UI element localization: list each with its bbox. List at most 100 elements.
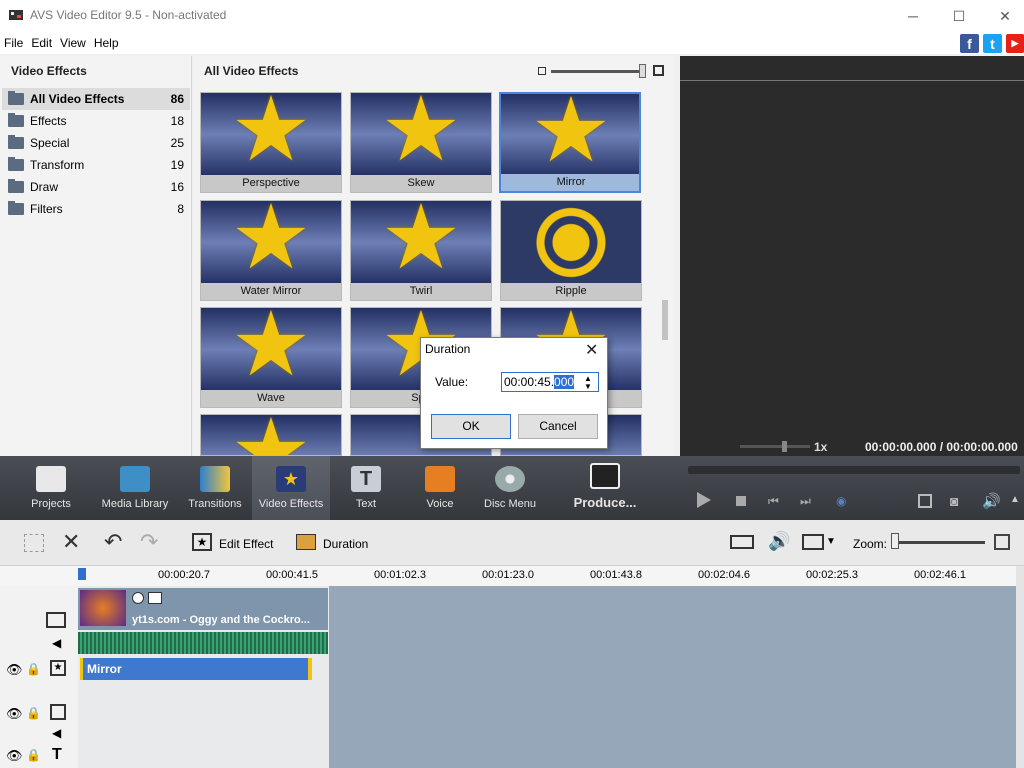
previous-frame-icon[interactable]: ⏮ xyxy=(768,494,779,509)
crop-icon[interactable] xyxy=(24,534,44,552)
maximize-button[interactable]: ☐ xyxy=(936,0,982,32)
category-draw[interactable]: Draw 16 xyxy=(2,176,190,198)
fit-to-window-icon[interactable] xyxy=(994,534,1010,550)
delete-icon[interactable]: ✕ xyxy=(62,530,80,554)
effect-clip-label: Mirror xyxy=(87,662,122,676)
category-special[interactable]: Special 25 xyxy=(2,132,190,154)
snapshot-icon[interactable]: ◙ xyxy=(950,493,958,509)
text-icon: T xyxy=(351,466,381,492)
edit-effect-button[interactable]: Edit Effect xyxy=(219,537,273,551)
effect-tile-wave[interactable]: ★ Wave xyxy=(200,307,342,408)
close-button[interactable]: ✕ xyxy=(982,0,1024,32)
scrollbar-thumb[interactable] xyxy=(662,300,668,340)
category-transform[interactable]: Transform 19 xyxy=(2,154,190,176)
produce-button[interactable]: Produce... xyxy=(570,456,640,520)
zoom-slider-handle[interactable] xyxy=(891,533,899,549)
zoom-label: Zoom: xyxy=(853,537,888,551)
spinner-up-icon[interactable]: ▲ xyxy=(584,375,592,383)
stop-icon[interactable] xyxy=(736,496,746,506)
category-effects[interactable]: Effects 18 xyxy=(2,110,190,132)
menu-view[interactable]: View xyxy=(60,36,86,50)
effect-clip-handle[interactable] xyxy=(308,658,312,680)
category-all-video-effects[interactable]: All Video Effects 86 xyxy=(2,88,190,110)
menu-file[interactable]: File xyxy=(4,36,23,50)
next-frame-icon[interactable]: ⏭ xyxy=(800,494,811,509)
lock-icon[interactable]: 🔒 xyxy=(26,662,41,676)
video-clip[interactable]: yt1s.com - Oggy and the Cockro... xyxy=(78,588,328,630)
display-mode-icon[interactable] xyxy=(802,534,824,550)
display-mode-dropdown-icon[interactable]: ▼ xyxy=(826,536,836,547)
star-icon: ★ xyxy=(230,200,312,288)
fullscreen-icon[interactable] xyxy=(918,494,932,508)
audio-waveform[interactable] xyxy=(78,632,328,654)
youtube-icon[interactable]: ▶ xyxy=(1006,34,1024,53)
menu-help[interactable]: Help xyxy=(94,36,119,50)
twitter-icon[interactable]: t xyxy=(983,34,1002,53)
redo-icon[interactable]: ↷ xyxy=(140,529,158,555)
zoom-slider[interactable] xyxy=(893,541,985,544)
duration-icon[interactable] xyxy=(296,534,316,550)
large-thumbnail-icon[interactable] xyxy=(653,65,664,76)
text-button[interactable]: T Text xyxy=(343,456,389,520)
audio-settings-icon[interactable]: 🔊 xyxy=(768,531,790,552)
visibility-eye-icon[interactable]: 👁 xyxy=(6,662,23,678)
menu-edit[interactable]: Edit xyxy=(31,36,52,50)
lock-icon[interactable]: 🔒 xyxy=(26,706,41,720)
effects-scrollbar[interactable] xyxy=(660,86,670,456)
voice-button[interactable]: Voice xyxy=(416,456,464,520)
loop-icon[interactable]: ◉ xyxy=(836,494,846,508)
volume-menu-icon[interactable]: ▲ xyxy=(1010,494,1020,505)
effect-tile-mirror[interactable]: ★ Mirror xyxy=(499,92,641,193)
transitions-button[interactable]: Transitions xyxy=(185,456,245,520)
lock-icon[interactable]: 🔒 xyxy=(26,748,41,762)
speed-slider[interactable] xyxy=(740,445,810,448)
edit-effect-icon[interactable]: ★ xyxy=(192,533,212,551)
timeline-scrollbar[interactable] xyxy=(1016,566,1024,768)
playback-progress[interactable] xyxy=(688,466,1020,474)
split-icon[interactable] xyxy=(730,535,754,549)
duration-button[interactable]: Duration xyxy=(323,537,368,551)
timeline-area[interactable]: yt1s.com - Oggy and the Cockro... Mirror xyxy=(0,586,1016,768)
effect-tile-perspective[interactable]: ★ Perspective xyxy=(200,92,342,193)
timeline-ruler[interactable]: 00:00:20.7 00:00:41.5 00:01:02.3 00:01:2… xyxy=(0,566,1016,586)
thumbnail-size-slider[interactable] xyxy=(551,70,643,73)
playhead-marker[interactable] xyxy=(78,568,86,580)
media-library-button[interactable]: Media Library xyxy=(100,456,170,520)
facebook-icon[interactable]: f xyxy=(960,34,979,53)
transitions-icon xyxy=(200,466,230,492)
slider-handle[interactable] xyxy=(639,64,646,78)
effect-tile-twirl[interactable]: ★ Twirl xyxy=(350,200,492,301)
play-icon[interactable] xyxy=(697,492,711,508)
video-effects-button[interactable]: ★ Video Effects xyxy=(252,456,330,520)
spinner-down-icon[interactable]: ▼ xyxy=(584,383,592,391)
value-text: 00:00:45. xyxy=(504,375,555,389)
disc-menu-button[interactable]: Disc Menu xyxy=(482,456,538,520)
visibility-eye-icon[interactable]: 👁 xyxy=(6,706,23,722)
undo-icon[interactable]: ↶ xyxy=(104,529,122,555)
folder-icon xyxy=(8,135,24,149)
minimize-button[interactable]: ─ xyxy=(890,0,936,32)
dialog-close-icon[interactable]: ✕ xyxy=(585,340,598,360)
speed-slider-handle[interactable] xyxy=(782,441,787,452)
category-filters[interactable]: Filters 8 xyxy=(2,198,190,220)
effects-category-panel: Video Effects All Video Effects 86 Effect… xyxy=(0,56,192,456)
star-icon: ★ xyxy=(380,200,462,288)
duration-value-input[interactable]: 00:00:45.000 ▲ ▼ xyxy=(501,372,599,392)
effect-clip[interactable]: Mirror xyxy=(80,658,310,680)
ruler-tick-label: 00:01:43.8 xyxy=(590,569,642,581)
visibility-eye-icon[interactable]: 👁 xyxy=(6,748,23,764)
clip-transition-icon xyxy=(148,592,162,604)
volume-icon[interactable]: 🔊 xyxy=(982,492,1001,510)
small-thumbnail-icon[interactable] xyxy=(538,67,546,75)
effect-tile-water-mirror[interactable]: ★ Water Mirror xyxy=(200,200,342,301)
effect-tile-skew[interactable]: ★ Skew xyxy=(350,92,492,193)
menu-bar: File Edit View Help xyxy=(0,32,1024,54)
star-icon: ★ xyxy=(276,466,306,492)
cancel-button[interactable]: Cancel xyxy=(518,414,598,439)
star-icon: ★ xyxy=(380,92,462,180)
projects-button[interactable]: Projects xyxy=(22,456,80,520)
ok-button[interactable]: OK xyxy=(431,414,511,439)
ruler-tick-label: 00:01:23.0 xyxy=(482,569,534,581)
effect-tile-ripple[interactable]: Ripple xyxy=(500,200,642,301)
effect-tile-row4-1[interactable]: ★ xyxy=(200,414,342,456)
